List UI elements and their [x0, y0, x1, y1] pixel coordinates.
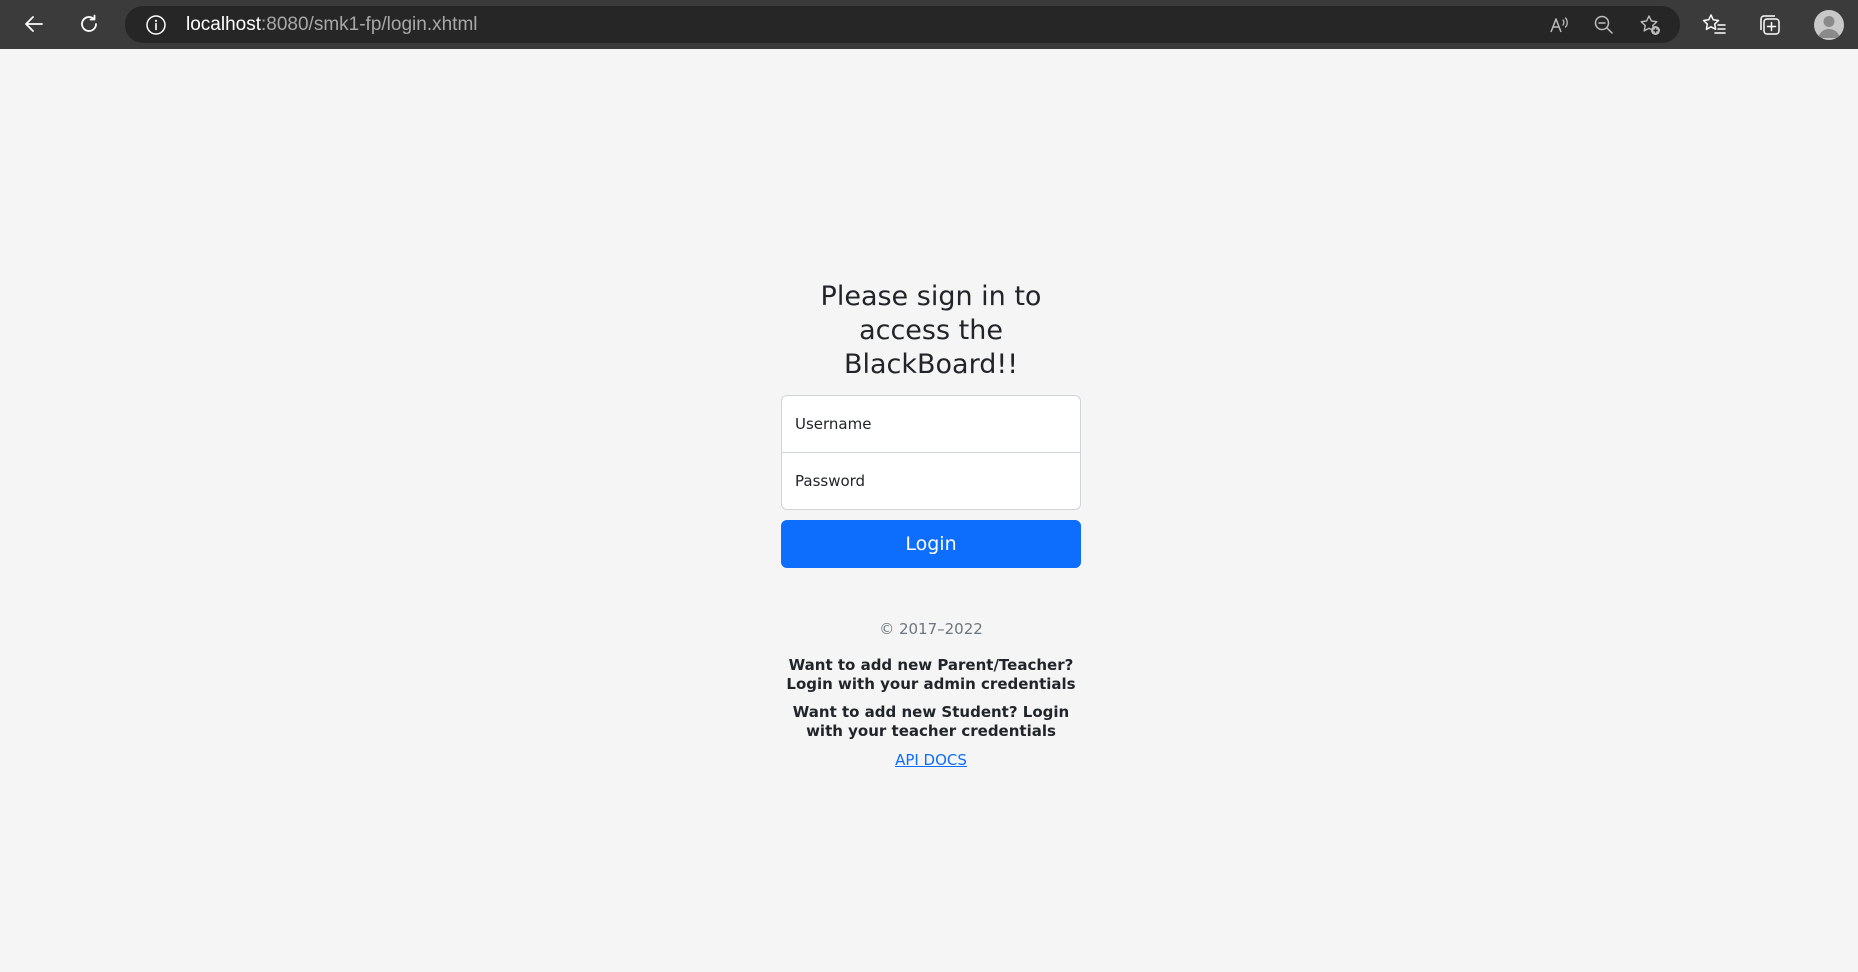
- login-form: Please sign in to access the BlackBoard!…: [781, 280, 1081, 770]
- address-bar[interactable]: localhost:8080/smk1-fp/login.xhtml: [125, 6, 1680, 43]
- profile-avatar[interactable]: [1814, 10, 1844, 40]
- collections-icon[interactable]: [1756, 11, 1784, 39]
- back-button[interactable]: [16, 6, 52, 42]
- favorites-icon[interactable]: [1700, 11, 1728, 39]
- password-input[interactable]: [781, 452, 1081, 510]
- refresh-button[interactable]: [71, 6, 107, 42]
- add-favorite-icon[interactable]: [1638, 13, 1662, 37]
- parent-teacher-note: Want to add new Parent/Teacher? Login wi…: [786, 656, 1076, 693]
- copyright-text: © 2017–2022: [879, 620, 983, 638]
- login-button[interactable]: Login: [781, 520, 1081, 568]
- browser-toolbar: localhost:8080/smk1-fp/login.xhtml: [0, 0, 1858, 49]
- refresh-icon: [81, 14, 97, 32]
- student-note: Want to add new Student? Login with your…: [792, 703, 1070, 740]
- back-arrow-icon: [25, 16, 43, 32]
- url-path: :8080/smk1-fp/login.xhtml: [261, 14, 478, 35]
- page-title: Please sign in to access the BlackBoard!…: [820, 281, 1042, 380]
- username-input[interactable]: [781, 395, 1081, 453]
- url-text[interactable]: localhost:8080/smk1-fp/login.xhtml: [186, 6, 478, 43]
- read-aloud-icon[interactable]: [1547, 13, 1571, 37]
- api-docs-link[interactable]: API DOCS: [895, 751, 967, 769]
- url-host: localhost: [186, 14, 261, 35]
- profile-icon: [1818, 16, 1840, 38]
- info-icon[interactable]: [145, 14, 167, 41]
- zoom-out-icon[interactable]: [1592, 13, 1616, 37]
